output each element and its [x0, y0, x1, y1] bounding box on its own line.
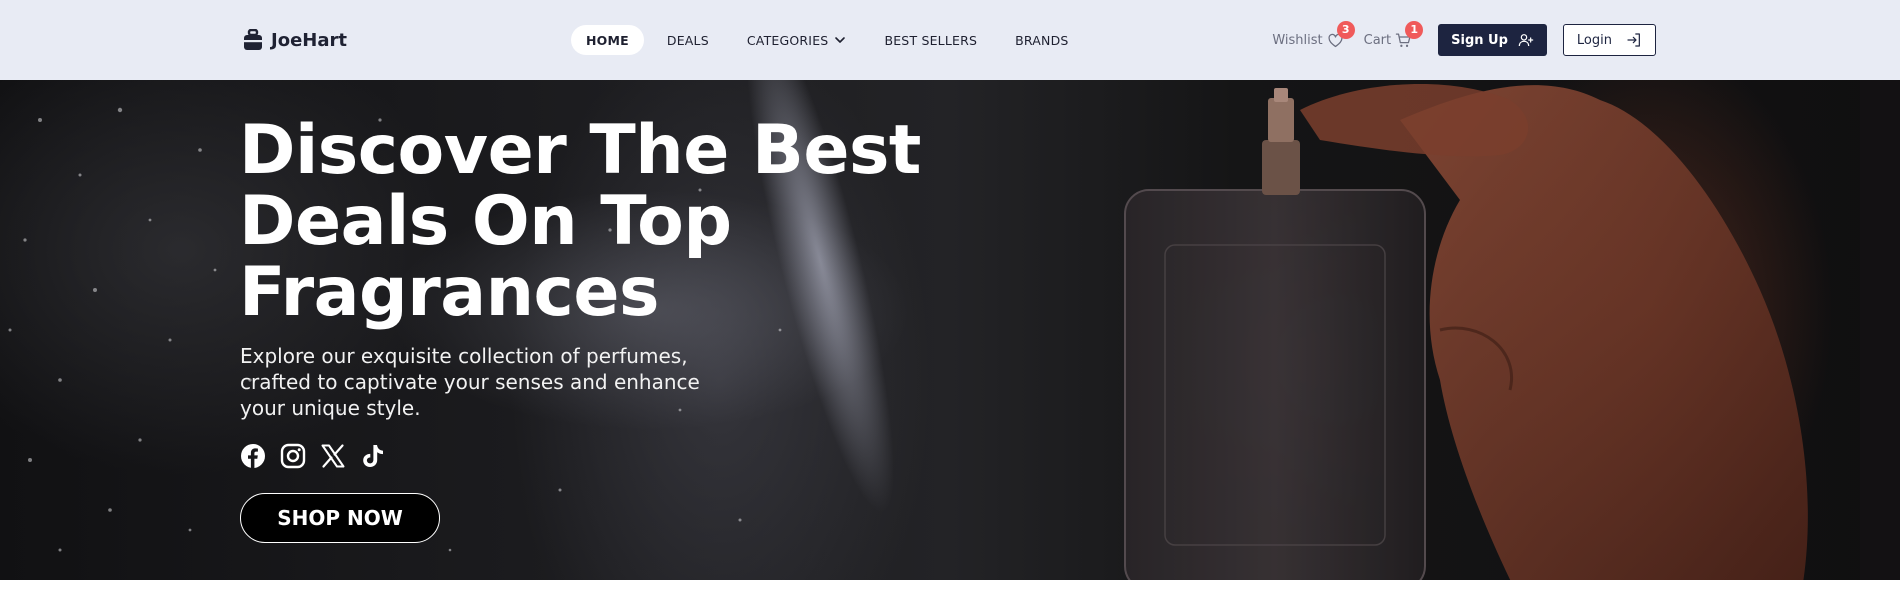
sign-up-label: Sign Up [1451, 32, 1508, 48]
nav-item-label: BEST SELLERS [884, 32, 978, 48]
nav-item-brands[interactable]: BRANDS [1000, 25, 1083, 55]
login-label: Login [1576, 32, 1612, 48]
shopping-bag-icon [244, 29, 262, 50]
brand-name: JoeHart [271, 29, 347, 51]
hero-subtitle-line: crafted to captivate your senses and enh… [240, 370, 700, 394]
tiktok-icon[interactable] [360, 443, 386, 469]
facebook-icon[interactable] [240, 443, 266, 469]
cart-link[interactable]: Cart 1 [1363, 20, 1424, 49]
hero-banner: Discover The Best Deals On Top Fragrance… [0, 80, 1900, 580]
cart-label: Cart [1363, 32, 1392, 48]
wishlist-link[interactable]: Wishlist 3 [1272, 20, 1355, 49]
nav-item-label: DEALS [666, 32, 709, 48]
nav-item-label: BRANDS [1015, 32, 1069, 48]
hero-subtitle-line: Explore our exquisite collection of perf… [240, 344, 688, 368]
wishlist-label: Wishlist [1272, 32, 1323, 48]
nav-item-label: CATEGORIES [746, 32, 829, 48]
site-header: JoeHart HOME DEALS CATEGORIES BEST SELLE… [0, 0, 1900, 80]
login-button[interactable]: Login [1562, 24, 1656, 56]
hero-title: Discover The Best Deals On Top Fragrance… [239, 115, 959, 328]
nav-item-deals[interactable]: DEALS [652, 25, 724, 55]
nav-item-categories[interactable]: CATEGORIES [732, 25, 862, 55]
header-actions: Wishlist 3 Cart 1 Sign Up Login [1272, 20, 1656, 56]
login-arrow-icon [1627, 33, 1640, 47]
hero-title-line: Deals On Top [239, 182, 732, 261]
nav-item-home[interactable]: HOME [571, 25, 644, 55]
social-links [240, 443, 386, 469]
hero-subtitle: Explore our exquisite collection of perf… [240, 343, 740, 421]
wishlist-count-badge: 3 [1336, 20, 1355, 39]
main-nav: HOME DEALS CATEGORIES BEST SELLERS BRAND… [571, 25, 1084, 55]
user-plus-icon [1518, 34, 1534, 47]
hero-title-line: Fragrances [239, 253, 659, 332]
x-icon[interactable] [320, 443, 346, 469]
chevron-down-icon [835, 37, 846, 43]
brand-logo[interactable]: JoeHart [243, 26, 347, 54]
nav-item-best-sellers[interactable]: BEST SELLERS [869, 25, 992, 55]
hero-subtitle-line: your unique style. [240, 396, 421, 420]
hero-title-line: Discover The Best [239, 111, 921, 190]
shop-now-button[interactable]: SHOP NOW [240, 493, 440, 543]
sign-up-button[interactable]: Sign Up [1438, 24, 1547, 56]
cart-count-badge: 1 [1405, 20, 1424, 39]
instagram-icon[interactable] [280, 443, 306, 469]
nav-item-label: HOME [586, 32, 629, 48]
